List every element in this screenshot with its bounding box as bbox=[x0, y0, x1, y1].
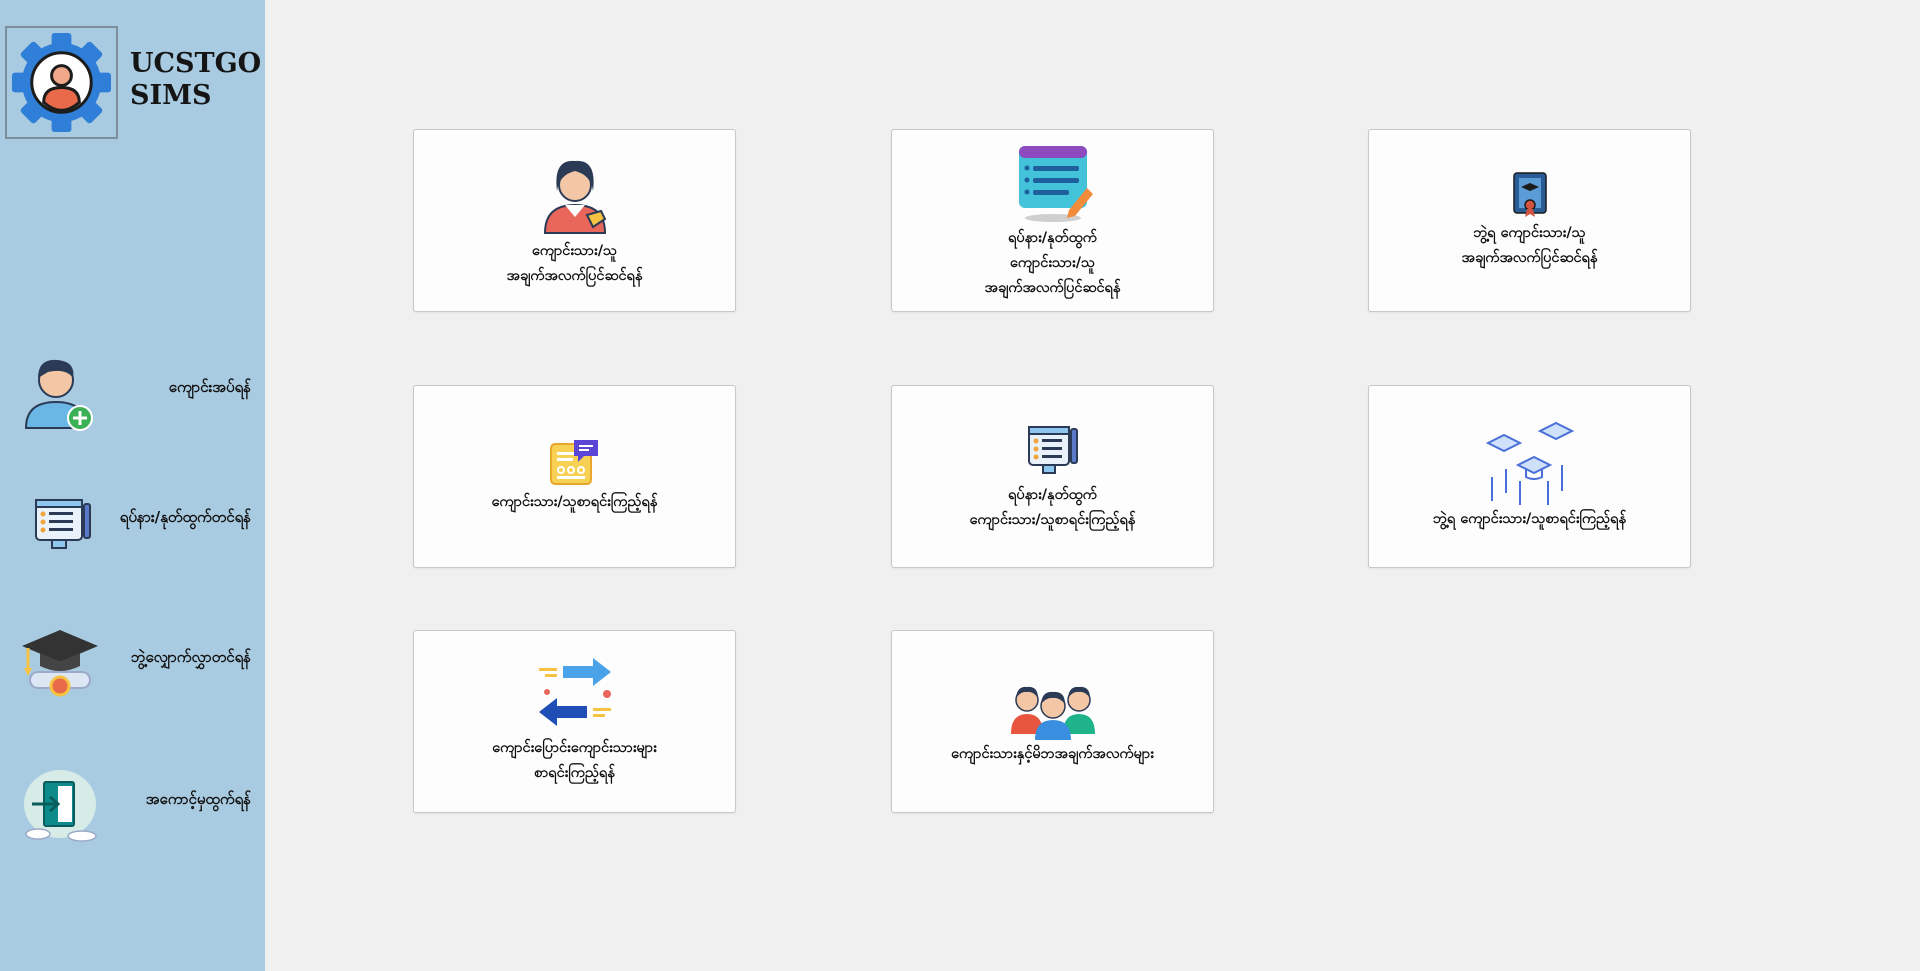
card-label: ဘွဲ့ရ ကျောင်းသား/သူစာရင်းကြည့်ရန် bbox=[1433, 507, 1626, 532]
card-label: ဘွဲ့ရ ကျောင်းသား/သူ အချက်အလက်ပြင်ဆင်ရန် bbox=[1462, 221, 1598, 271]
app-title: UCSTGO SIMS bbox=[130, 48, 261, 112]
card-label-line: ကျောင်းသားနှင့်မိဘအချက်အလက်များ bbox=[951, 746, 1154, 762]
card-edit-graduate[interactable]: ဘွဲ့ရ ကျောင်းသား/သူ အချက်အလက်ပြင်ဆင်ရန် bbox=[1368, 129, 1691, 312]
card-graduate-list[interactable]: ဘွဲ့ရ ကျောင်းသား/သူစာရင်းကြည့်ရန် bbox=[1368, 385, 1691, 568]
student-edit-icon bbox=[543, 160, 606, 234]
card-label-line: ကျောင်းသား/သူ bbox=[531, 242, 618, 259]
sidebar-item-withdraw[interactable]: ရပ်နား/နုတ်ထွက်တင်ရန် bbox=[0, 470, 265, 570]
card-label-line: အချက်အလက်ပြင်ဆင်ရန် bbox=[1461, 249, 1598, 266]
certificate-icon bbox=[1512, 171, 1547, 217]
card-label: ရပ်နား/နုတ်ထွက် ကျောင်းသား/သူစာရင်းကြည့်… bbox=[970, 483, 1136, 533]
card-label: ကျောင်းသားနှင့်မိဘအချက်အလက်များ bbox=[951, 742, 1154, 767]
card-label-line: ကျောင်းပြောင်းကျောင်းသားများ bbox=[492, 739, 657, 756]
card-label-line: ရပ်နား/နုတ်ထွက် bbox=[1008, 230, 1097, 246]
transfer-arrows-icon bbox=[538, 657, 611, 726]
card-label-line: ရပ်နား/နုတ်ထွက် bbox=[1008, 486, 1097, 503]
sidebar-item-label: အကောင့်မှထွက်ရန် bbox=[145, 790, 251, 808]
card-student-list[interactable]: ကျောင်းသား/သူစာရင်းကြည့်ရန် bbox=[413, 385, 736, 568]
logout-icon bbox=[24, 770, 97, 842]
card-label: ကျောင်းသား/သူစာရင်းကြည့်ရန် bbox=[492, 490, 658, 515]
card-edit-withdrawn-student[interactable]: ရပ်နား/နုတ်ထွက် ကျောင်းသား/သူ အချက်အလက်ပ… bbox=[891, 129, 1214, 312]
exam-list-icon bbox=[1027, 425, 1078, 474]
card-label-line: အချက်အလက်ပြင်ဆင်ရန် bbox=[506, 267, 643, 284]
app-title-line1: UCSTGO bbox=[130, 48, 262, 79]
exam-form-icon bbox=[35, 499, 91, 549]
sidebar-item-label: ကျောင်းအပ်ရန် bbox=[168, 378, 251, 396]
form-edit-icon bbox=[1018, 146, 1093, 222]
add-user-icon bbox=[24, 359, 93, 431]
graduation-caps-icon bbox=[1485, 421, 1574, 505]
card-label-line: ဘွဲ့ရ ကျောင်းသား/သူ bbox=[1473, 224, 1586, 241]
card-label-line: အချက်အလက်ပြင်ဆင်ရန် bbox=[984, 280, 1121, 296]
card-label: ကျောင်းသား/သူ အချက်အလက်ပြင်ဆင်ရန် bbox=[507, 239, 643, 289]
group-people-icon bbox=[1010, 686, 1095, 740]
graduation-cap-icon bbox=[22, 630, 98, 697]
card-label-line: ကျောင်းသား/သူ bbox=[1009, 255, 1096, 271]
app-logo bbox=[5, 26, 118, 139]
student-list-icon bbox=[549, 440, 598, 485]
card-parent-info[interactable]: ကျောင်းသားနှင့်မိဘအချက်အလက်များ bbox=[891, 630, 1214, 813]
card-edit-student[interactable]: ကျောင်းသား/သူ အချက်အလက်ပြင်ဆင်ရန် bbox=[413, 129, 736, 312]
sidebar: UCSTGO SIMS ကျောင်းအပ်ရန် ရပ်နား/နုတ်ထွက… bbox=[0, 0, 265, 971]
card-label-line: ဘွဲ့ရ ကျောင်းသား/သူစာရင်းကြည့်ရန် bbox=[1433, 511, 1626, 527]
card-label-line: ကျောင်းသား/သူစာရင်းကြည့်ရန် bbox=[491, 494, 658, 510]
card-label-line: စာရင်းကြည့်ရန် bbox=[534, 764, 615, 781]
card-label: ကျောင်းပြောင်းကျောင်းသားများ စာရင်းကြည့်… bbox=[492, 736, 657, 786]
sidebar-item-logout[interactable]: အကောင့်မှထွက်ရန် bbox=[0, 752, 265, 852]
card-transfer-list[interactable]: ကျောင်းပြောင်းကျောင်းသားများ စာရင်းကြည့်… bbox=[413, 630, 736, 813]
card-label-line: ကျောင်းသား/သူစာရင်းကြည့်ရန် bbox=[969, 511, 1136, 528]
sidebar-item-register[interactable]: ကျောင်းအပ်ရန် bbox=[0, 340, 265, 440]
gear-user-icon bbox=[11, 32, 112, 133]
card-label: ရပ်နား/နုတ်ထွက် ကျောင်းသား/သူ အချက်အလက်ပ… bbox=[985, 226, 1121, 301]
sidebar-item-label: ဘွဲ့လျှောက်လွှာတင်ရန် bbox=[131, 648, 251, 666]
app-title-line2: SIMS bbox=[130, 80, 212, 111]
sidebar-item-graduation[interactable]: ဘွဲ့လျှောက်လွှာတင်ရန် bbox=[0, 610, 265, 710]
card-withdrawn-list[interactable]: ရပ်နား/နုတ်ထွက် ကျောင်းသား/သူစာရင်းကြည့်… bbox=[891, 385, 1214, 568]
sidebar-item-label: ရပ်နား/နုတ်ထွက်တင်ရန် bbox=[119, 508, 251, 526]
